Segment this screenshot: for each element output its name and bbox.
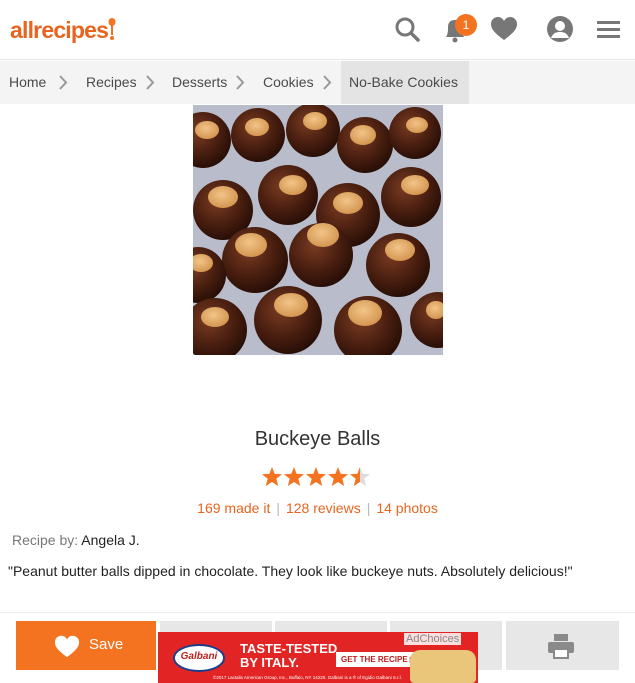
search-icon[interactable] bbox=[393, 14, 423, 44]
breadcrumb-no-bake-cookies[interactable]: No-Bake Cookies bbox=[341, 61, 469, 104]
chevron-right-icon bbox=[236, 75, 245, 90]
notification-badge: 1 bbox=[455, 14, 477, 36]
recipe-stats: 169 made it | 128 reviews | 14 photos bbox=[0, 500, 635, 516]
photos-link[interactable]: 14 photos bbox=[376, 500, 438, 516]
chevron-right-icon bbox=[59, 75, 68, 90]
ad-headline: TASTE-TESTED BY ITALY. bbox=[240, 642, 337, 670]
star-icon bbox=[262, 467, 282, 486]
user-icon[interactable] bbox=[545, 14, 575, 44]
breadcrumb: Home Recipes Desserts Cookies No-Bake Co… bbox=[0, 61, 635, 104]
site-header: allrecipes 1 bbox=[0, 0, 635, 60]
ad-headline-line1: TASTE-TESTED bbox=[240, 641, 338, 656]
author-link[interactable]: Angela J. bbox=[81, 532, 139, 548]
advertisement-banner[interactable]: Galbani TASTE-TESTED BY ITALY. GET THE R… bbox=[158, 632, 478, 683]
breadcrumb-desserts[interactable]: Desserts bbox=[172, 61, 227, 104]
save-button[interactable]: Save bbox=[16, 621, 156, 670]
print-button[interactable] bbox=[506, 621, 619, 670]
breadcrumb-home[interactable]: Home bbox=[9, 61, 46, 104]
divider: | bbox=[276, 500, 280, 516]
star-icon bbox=[284, 467, 304, 486]
rating-stars[interactable] bbox=[261, 466, 373, 488]
ad-fine-print: ©2017 Lactalis American Group, Inc., Buf… bbox=[213, 675, 402, 680]
buckeye-balls-image bbox=[193, 105, 443, 355]
star-icon bbox=[328, 467, 348, 486]
recipe-photo[interactable] bbox=[193, 105, 443, 355]
recipe-description: "Peanut butter balls dipped in chocolate… bbox=[8, 563, 573, 579]
half-star-icon bbox=[350, 467, 370, 486]
heart-icon bbox=[54, 635, 80, 658]
ad-brand: Galbani bbox=[180, 651, 218, 662]
adchoices-link[interactable]: AdChoices bbox=[404, 633, 462, 645]
print-icon bbox=[548, 634, 574, 659]
ad-sandwich-image bbox=[410, 650, 476, 683]
star-icon bbox=[306, 467, 326, 486]
ad-cta-button[interactable]: GET THE RECIPE ▶ bbox=[336, 652, 422, 667]
save-label: Save bbox=[89, 636, 124, 653]
allrecipes-logo[interactable]: allrecipes bbox=[10, 16, 116, 44]
logo-spoon-icon bbox=[108, 18, 116, 40]
galbani-logo: Galbani bbox=[173, 644, 225, 672]
hamburger-menu-icon[interactable] bbox=[594, 14, 624, 44]
ad-headline-line2: BY ITALY. bbox=[240, 655, 300, 670]
recipe-by-label: Recipe by: bbox=[12, 532, 79, 548]
recipe-author: Recipe by: Angela J. bbox=[12, 532, 140, 548]
breadcrumb-recipes[interactable]: Recipes bbox=[86, 61, 137, 104]
chevron-right-icon bbox=[146, 75, 155, 90]
made-it-link[interactable]: 169 made it bbox=[197, 500, 270, 516]
chevron-right-icon bbox=[323, 75, 332, 90]
recipe-title: Buckeye Balls bbox=[254, 428, 381, 450]
reviews-link[interactable]: 128 reviews bbox=[286, 500, 361, 516]
breadcrumb-cookies[interactable]: Cookies bbox=[263, 61, 314, 104]
logo-text: allrecipes bbox=[10, 17, 109, 43]
heart-icon[interactable] bbox=[489, 14, 519, 44]
divider: | bbox=[366, 500, 371, 516]
